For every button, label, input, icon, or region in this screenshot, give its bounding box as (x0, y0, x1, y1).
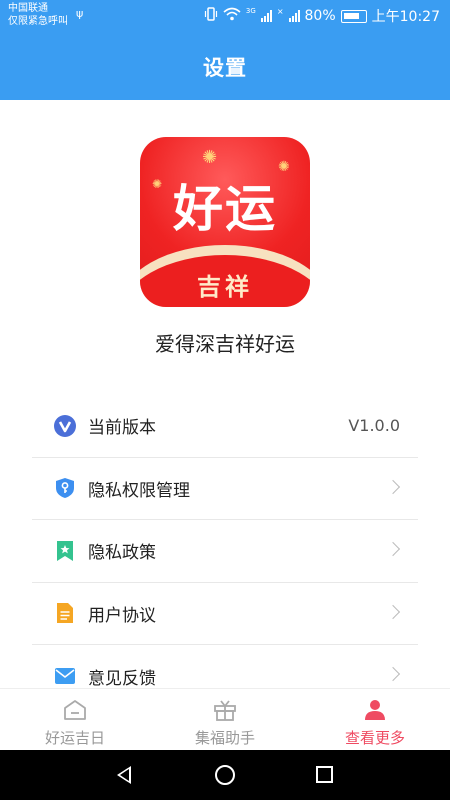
mail-icon (54, 665, 76, 687)
clock: 上午10:27 (371, 9, 440, 25)
signal-icon-2 (288, 10, 300, 22)
settings-item-label: 用户协议 (88, 605, 156, 626)
settings-list: 当前版本 V1.0.0 隐私权限管理 隐私政策 用户协议 意见反馈 (32, 395, 418, 708)
chevron-right-icon (385, 541, 401, 557)
carrier-info: 中国联通 仅限紧急呼叫 (8, 2, 68, 28)
logo-sub-text: 吉祥 (197, 273, 253, 301)
firework-icon: ✺ (202, 147, 218, 168)
recent-apps-icon[interactable] (316, 766, 333, 783)
shield-key-icon (54, 477, 76, 499)
settings-item-label: 当前版本 (88, 418, 156, 439)
version-value: V1.0.0 (348, 416, 400, 436)
chevron-right-icon (385, 666, 401, 682)
page-title: 设置 (203, 56, 247, 80)
emergency-only: 仅限紧急呼叫 (8, 16, 68, 27)
app-logo: ✺ ✺ ✺ 好运 吉祥 (140, 137, 310, 307)
tab-label: 集福助手 (194, 729, 255, 747)
tab-more[interactable]: 查看更多 (300, 689, 450, 750)
home-circle-icon[interactable] (215, 765, 235, 785)
tab-blessing-helper[interactable]: 集福助手 (150, 689, 300, 750)
bookmark-star-icon (54, 540, 76, 562)
tab-label: 查看更多 (344, 729, 405, 747)
settings-item-label: 隐私政策 (88, 543, 156, 564)
chevron-right-icon (385, 604, 401, 619)
document-icon (54, 602, 76, 624)
settings-item-version[interactable]: 当前版本 V1.0.0 (32, 395, 418, 458)
settings-item-label: 隐私权限管理 (88, 480, 190, 501)
carrier-name: 中国联通 (8, 3, 48, 14)
wifi-icon (223, 7, 241, 25)
gift-icon (213, 699, 237, 721)
app-name: 爱得深吉祥好运 (155, 332, 295, 356)
no-sim-badge: × (276, 6, 284, 16)
user-icon (363, 699, 387, 721)
back-icon[interactable] (117, 766, 131, 784)
bottom-tab-bar: 好运吉日 集福助手 查看更多 (0, 688, 450, 750)
status-indicators: 3G × 80% 上午10:27 (204, 6, 440, 26)
top-bar: 中国联通 仅限紧急呼叫 ψ 3G × 80% 上午10:27 设置 (0, 0, 450, 100)
settings-item-privacy-permissions[interactable]: 隐私权限管理 (32, 458, 418, 520)
status-bar: 中国联通 仅限紧急呼叫 ψ 3G × 80% 上午10:27 (0, 0, 450, 32)
battery-icon (340, 9, 367, 23)
settings-item-privacy-policy[interactable]: 隐私政策 (32, 520, 418, 583)
v-logo-icon (54, 414, 76, 437)
battery-percent: 80% (304, 8, 336, 24)
settings-item-label: 意见反馈 (88, 668, 156, 689)
settings-item-user-agreement[interactable]: 用户协议 (32, 583, 418, 645)
home-icon (63, 699, 87, 721)
system-nav-bar (0, 750, 450, 800)
logo-main-text: 好运 (173, 180, 277, 238)
network-3g-badge: 3G (245, 7, 256, 15)
vibrate-icon (204, 7, 218, 25)
chevron-right-icon (385, 479, 401, 494)
signal-icon (260, 10, 272, 22)
tab-label: 好运吉日 (44, 729, 105, 747)
usb-icon: ψ (76, 7, 84, 20)
tab-lucky-days[interactable]: 好运吉日 (0, 689, 150, 750)
